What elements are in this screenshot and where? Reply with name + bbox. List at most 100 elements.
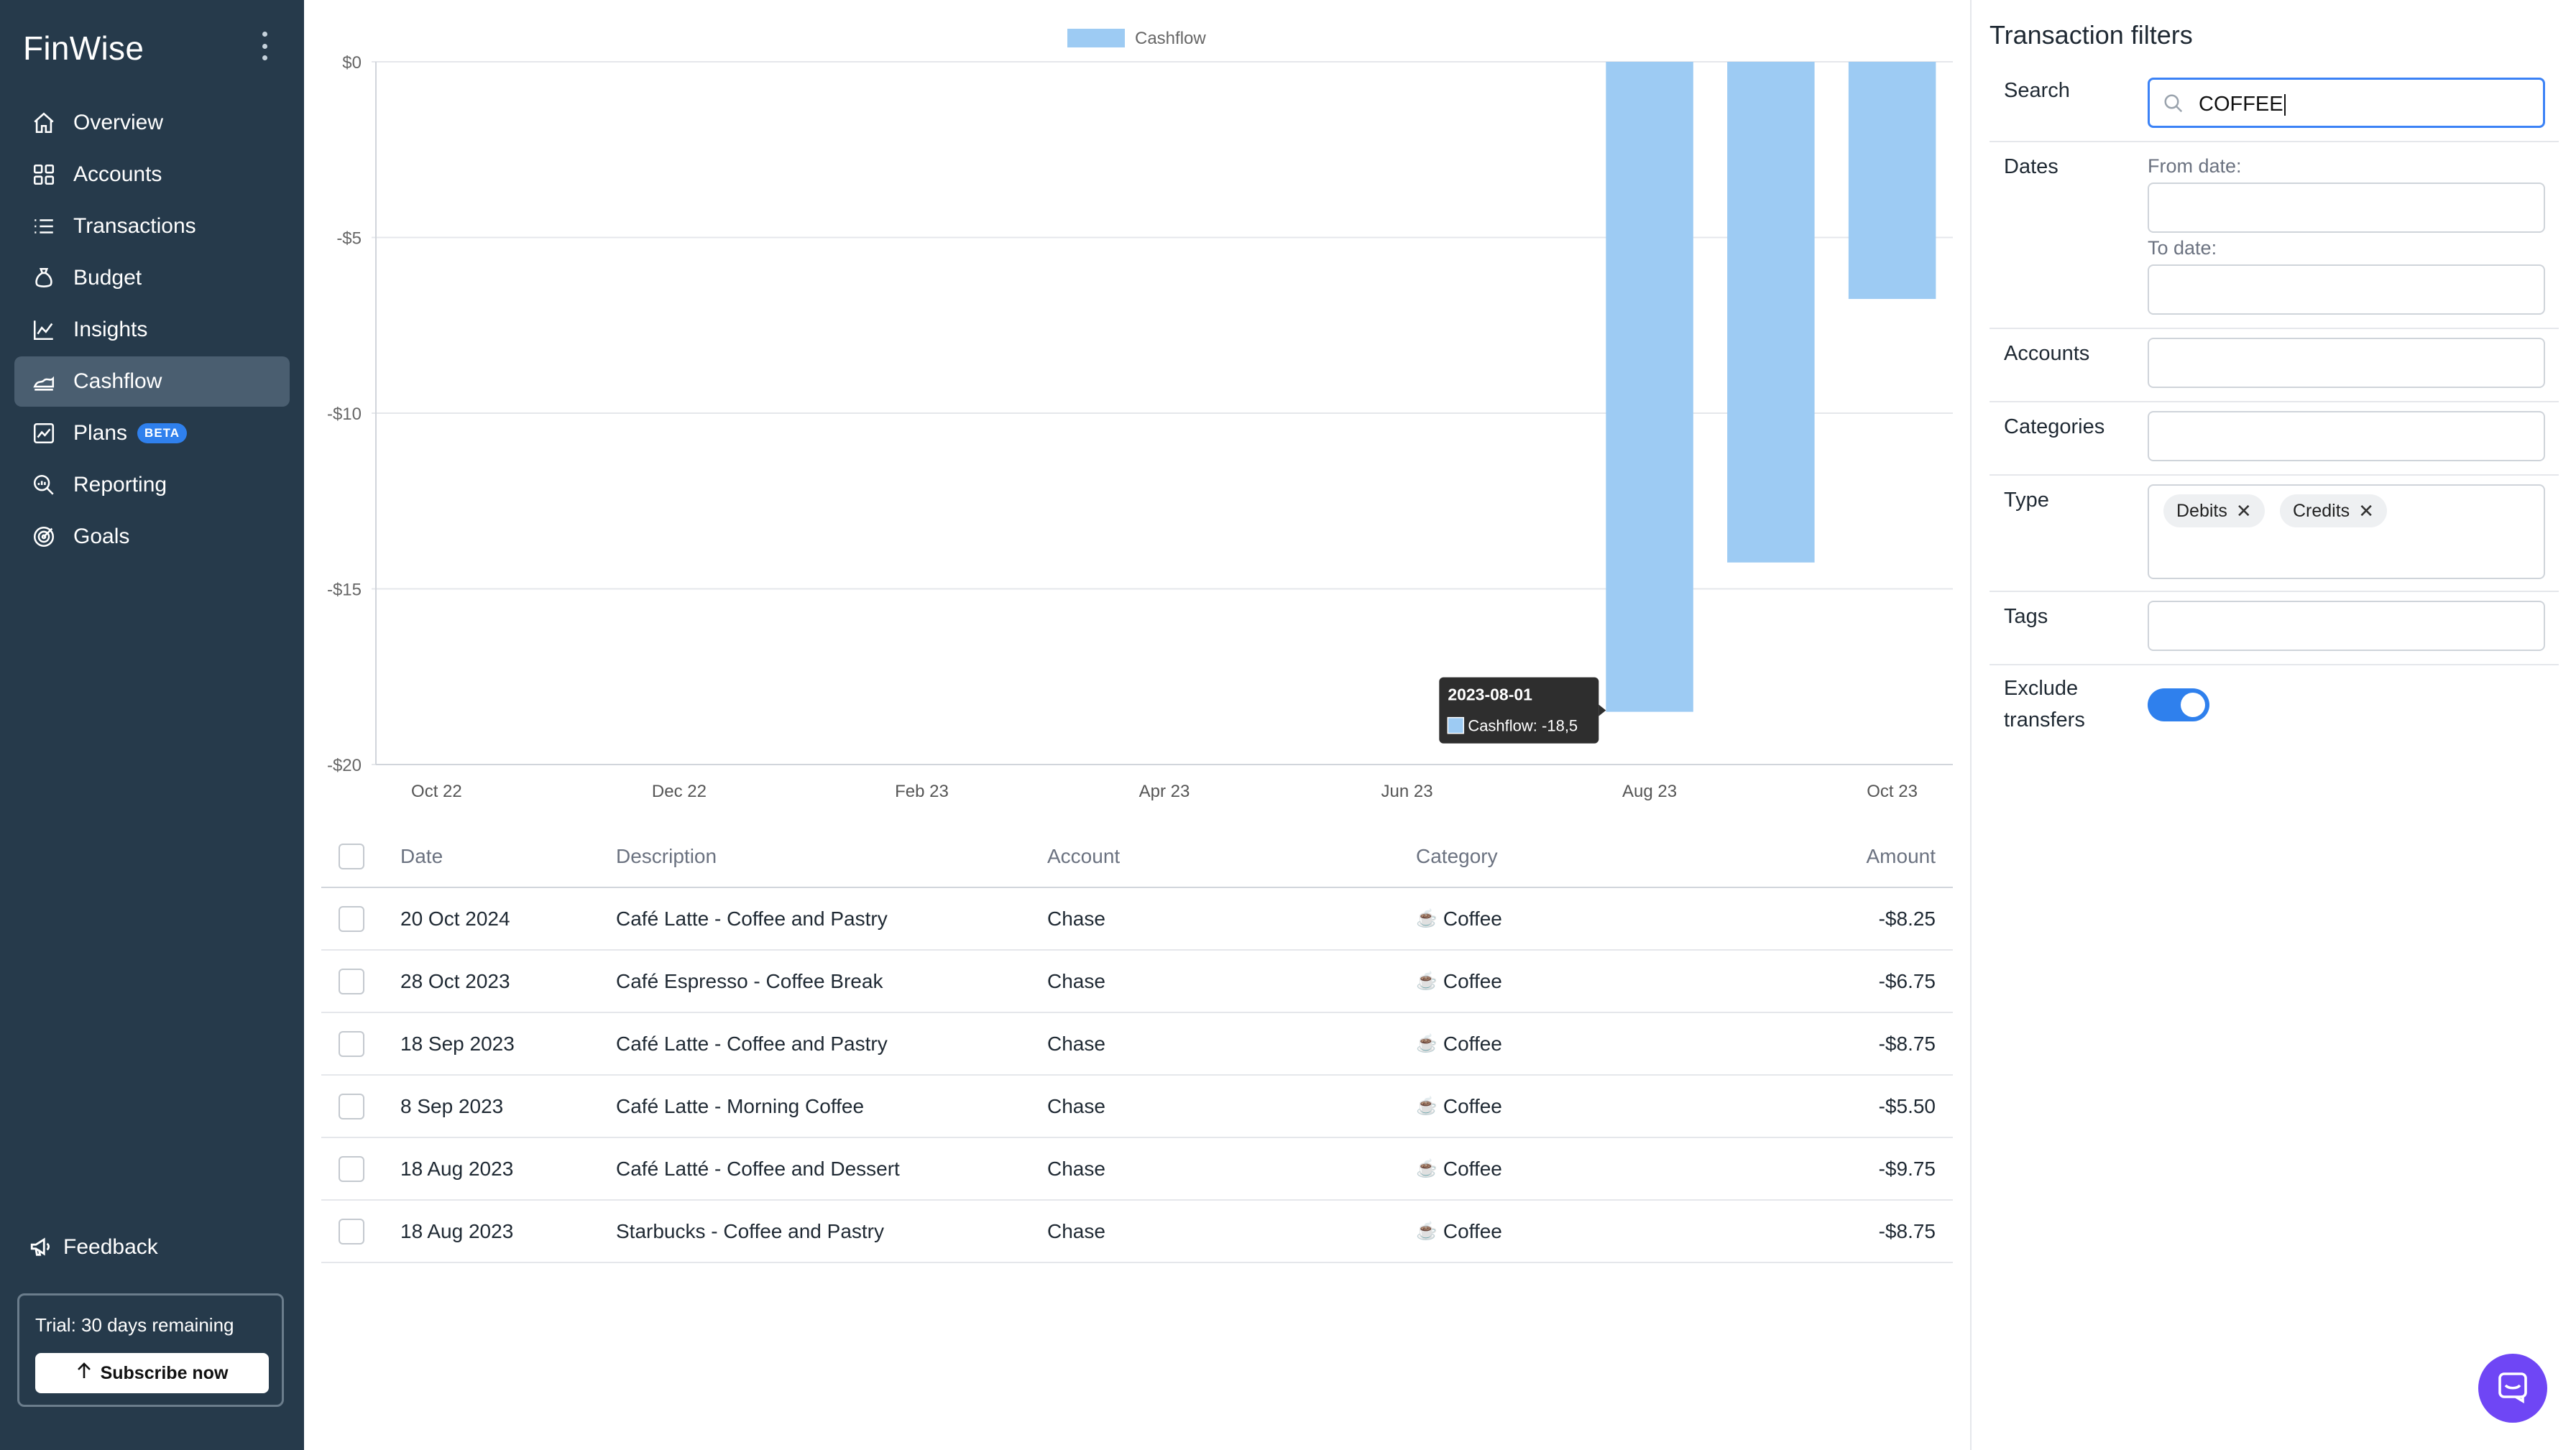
type-select[interactable]: Debits ✕ Credits ✕ [2148,484,2545,579]
tooltip-title: 2023-08-01 [1448,685,1532,704]
accounts-label: Accounts [2004,342,2090,365]
to-date-input[interactable] [2148,264,2545,315]
table-row[interactable]: 18 Aug 2023 Starbucks - Coffee and Pastr… [321,1201,1953,1263]
column-header-account[interactable]: Account [1047,826,1120,887]
table-row[interactable]: 18 Sep 2023 Café Latte - Coffee and Past… [321,1013,1953,1076]
tooltip-pointer [1598,704,1606,716]
search-value: COFFEE [2199,93,2286,116]
filter-row-type: Type Debits ✕ Credits ✕ [1990,474,2559,592]
column-header-amount[interactable]: Amount [1867,826,1936,887]
filter-row-accounts: Accounts [1990,328,2559,402]
row-category-label: Coffee [1443,907,1502,930]
row-account: Chase [1047,1094,1105,1117]
feedback-label: Feedback [63,1235,158,1259]
sidebar-item-cashflow[interactable]: Cashflow [14,356,290,407]
legend-swatch [1067,29,1125,47]
x-tick-label: Oct 23 [1867,782,1918,801]
row-description: Café Latte - Coffee and Pastry [616,1032,888,1055]
categories-select[interactable] [2148,411,2545,461]
coffee-icon: ☕ [1416,971,1438,991]
chat-support-button[interactable] [2478,1354,2547,1423]
search-icon [2163,93,2184,114]
row-checkbox[interactable] [339,1138,367,1199]
sidebar-item-budget[interactable]: Budget [14,253,290,303]
coffee-icon: ☕ [1416,1034,1438,1053]
row-category-label: Coffee [1443,1032,1502,1055]
row-description: Starbucks - Coffee and Pastry [616,1219,884,1242]
sidebar-item-label: Overview [73,111,164,134]
accounts-select[interactable] [2148,338,2545,388]
exclude-transfers-toggle[interactable] [2148,688,2209,721]
table-row[interactable]: 8 Sep 2023 Café Latte - Morning Coffee C… [321,1076,1953,1138]
sidebar-item-label: Plans [73,421,128,445]
sidebar-item-goals[interactable]: Goals [14,512,290,562]
row-category: ☕ Coffee [1416,888,1502,949]
sidebar-item-accounts[interactable]: Accounts [14,149,290,200]
coffee-icon: ☕ [1416,909,1438,928]
megaphone-icon [29,1234,55,1260]
row-account: Chase [1047,1032,1105,1055]
coffee-icon: ☕ [1416,1096,1438,1116]
target-icon [30,523,58,550]
type-chip-credits[interactable]: Credits ✕ [2280,494,2387,527]
y-tick-label: -$5 [336,229,362,249]
filter-row-search: Search COFFEE [1990,75,2559,142]
column-header-category[interactable]: Category [1416,826,1498,887]
sidebar-item-transactions[interactable]: Transactions [14,201,290,251]
feedback-link[interactable]: Feedback [29,1234,158,1260]
row-category-label: Coffee [1443,1094,1502,1117]
sidebar-item-insights[interactable]: Insights [14,305,290,355]
row-checkbox[interactable] [339,1076,367,1137]
sidebar-item-plans[interactable]: Plans BETA [14,408,290,458]
row-amount: -$6.75 [1878,969,1936,992]
chart-bar [1606,62,1693,712]
type-chip-debits[interactable]: Debits ✕ [2163,494,2265,527]
column-header-description[interactable]: Description [616,826,717,887]
row-description: Café Espresso - Coffee Break [616,969,883,992]
row-account: Chase [1047,1219,1105,1242]
chart-bar [1727,62,1815,563]
sidebar-item-label: Goals [73,525,130,548]
table-row[interactable]: 28 Oct 2023 Café Espresso - Coffee Break… [321,951,1953,1013]
more-options-icon[interactable] [257,32,272,60]
row-date: 8 Sep 2023 [400,1094,504,1117]
table-row[interactable]: 20 Oct 2024 Café Latte - Coffee and Past… [321,888,1953,951]
filter-row-exclude-transfers: Exclude transfers [1990,664,2559,750]
row-category-label: Coffee [1443,1157,1502,1180]
y-tick-label: -$10 [327,405,362,424]
trial-text: Trial: 30 days remaining [35,1314,234,1336]
table-header-row: Date Description Account Category Amount [321,826,1953,888]
row-category: ☕ Coffee [1416,951,1502,1012]
search-value-text: COFFEE [2199,93,2283,116]
tooltip-swatch [1447,716,1465,734]
row-checkbox[interactable] [339,1013,367,1074]
chip-label: Debits [2176,500,2227,521]
x-tick-label: Dec 22 [652,782,707,801]
table-row[interactable]: 18 Aug 2023 Café Latté - Coffee and Dess… [321,1138,1953,1201]
trial-box: Trial: 30 days remaining Subscribe now [17,1293,284,1407]
row-amount: -$8.75 [1878,1032,1936,1055]
sidebar-item-overview[interactable]: Overview [14,98,290,148]
row-checkbox[interactable] [339,951,367,1012]
tags-select[interactable] [2148,601,2545,651]
money-bag-icon [30,264,58,292]
categories-label: Categories [2004,415,2105,438]
magnify-report-icon [30,471,58,499]
row-date: 18 Aug 2023 [400,1157,514,1180]
subscribe-button[interactable]: Subscribe now [35,1353,269,1393]
exclude-label-line-2: transfers [2004,708,2085,731]
search-input[interactable]: COFFEE [2148,78,2545,128]
toggle-knob [2181,693,2205,717]
column-header-date[interactable]: Date [400,826,443,887]
chat-icon [2496,1370,2530,1408]
grid-icon [30,161,58,188]
from-date-input[interactable] [2148,183,2545,233]
sidebar-item-reporting[interactable]: Reporting [14,460,290,510]
close-icon[interactable]: ✕ [2358,500,2374,522]
dates-label: Dates [2004,155,2058,178]
select-all-checkbox[interactable] [339,826,367,887]
close-icon[interactable]: ✕ [2236,500,2252,522]
trend-icon [30,420,58,447]
row-checkbox[interactable] [339,888,367,949]
row-checkbox[interactable] [339,1201,367,1262]
